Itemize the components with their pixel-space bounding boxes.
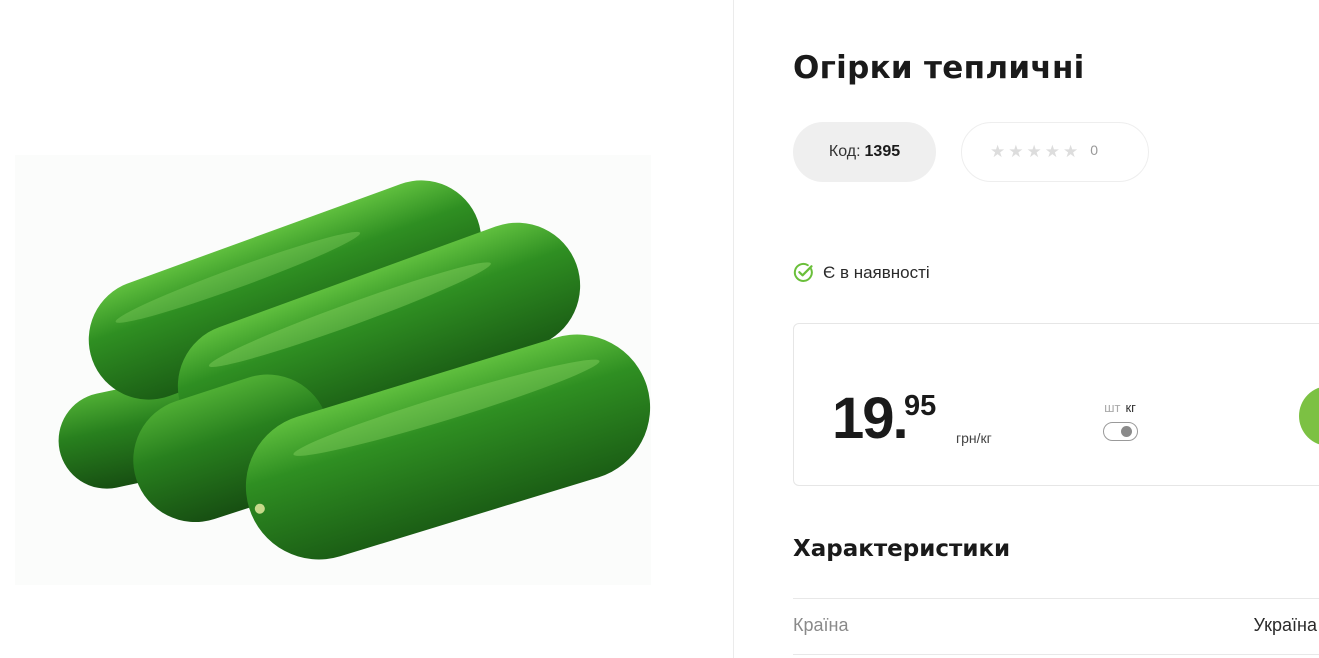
rating-widget[interactable]: ★ ★ ★ ★ ★ 0 xyxy=(961,122,1149,182)
product-image-panel xyxy=(0,0,733,658)
characteristic-label: Країна xyxy=(793,615,849,635)
price-cents: 95 xyxy=(904,390,937,422)
product-page: Огірки тепличні Код: 1395 ★ ★ ★ ★ ★ 0 Є … xyxy=(0,0,1319,658)
stock-status: Є в наявності xyxy=(793,262,930,283)
unit-option-piece[interactable]: шт xyxy=(1104,400,1120,415)
star-icon[interactable]: ★ xyxy=(1045,143,1060,161)
product-title: Огірки тепличні xyxy=(793,50,1085,86)
unit-switch[interactable]: шт кг xyxy=(1096,400,1144,441)
unit-option-kg[interactable]: кг xyxy=(1125,400,1135,415)
product-code-label: Код: xyxy=(828,143,861,160)
characteristic-row: Країна Україна xyxy=(793,598,1319,654)
price-unit: грн/кг xyxy=(956,430,992,446)
unit-toggle-knob xyxy=(1120,426,1132,437)
price-panel: 19. 95 грн/кг шт кг xyxy=(793,323,1319,486)
star-icon[interactable]: ★ xyxy=(1008,143,1023,161)
product-code-badge: Код: 1395 xyxy=(793,122,936,182)
row-divider xyxy=(793,654,1319,655)
price-whole: 19. xyxy=(832,386,909,451)
star-icon[interactable]: ★ xyxy=(1027,143,1042,161)
unit-labels: шт кг xyxy=(1096,400,1144,415)
stock-status-text: Є в наявності xyxy=(823,262,930,282)
star-icon[interactable]: ★ xyxy=(990,143,1005,161)
characteristic-value: Україна xyxy=(1253,615,1317,635)
panel-divider xyxy=(733,0,734,658)
product-image[interactable] xyxy=(15,155,651,585)
check-circle-icon xyxy=(793,262,813,282)
rating-stars[interactable]: ★ ★ ★ ★ ★ xyxy=(990,143,1078,161)
star-icon[interactable]: ★ xyxy=(1063,143,1078,161)
characteristics-title: Характеристики xyxy=(793,536,1011,562)
unit-toggle[interactable] xyxy=(1102,422,1138,441)
cucumbers-image xyxy=(58,180,651,560)
rating-count: 0 xyxy=(1090,142,1099,158)
add-to-cart-button[interactable] xyxy=(1299,386,1319,446)
product-code-value: 1395 xyxy=(864,143,901,160)
